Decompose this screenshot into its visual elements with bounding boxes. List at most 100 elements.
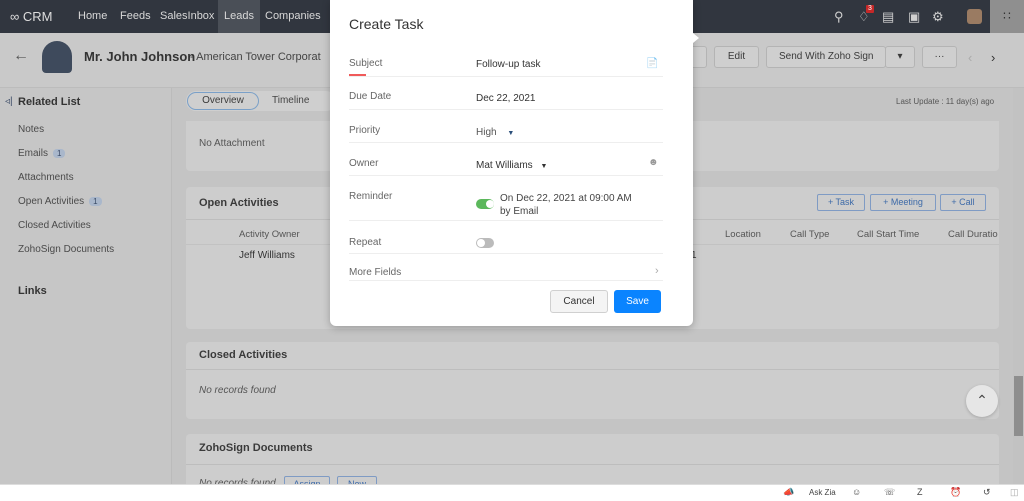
subject-input[interactable]: Follow-up task	[476, 59, 540, 70]
view-tabs: Overview Timeline	[186, 91, 336, 111]
nav-home[interactable]: Home	[78, 0, 107, 33]
reminder-text[interactable]: On Dec 22, 2021 at 09:00 AM by Email	[500, 192, 632, 218]
save-button[interactable]: Save	[614, 290, 661, 313]
scroll-to-top-button[interactable]: ⌃	[966, 385, 998, 417]
more-fields-row[interactable]: More Fields ›	[349, 262, 663, 281]
gear-icon[interactable]: ⚙	[932, 9, 944, 25]
column-header[interactable]: Activity Owner	[239, 229, 300, 240]
add-meeting-button[interactable]: + Meeting	[870, 194, 936, 211]
tab-overview[interactable]: Overview	[187, 92, 259, 110]
subject-label: Subject	[349, 58, 383, 69]
dialog-pointer	[693, 33, 699, 43]
smiley-icon[interactable]: ☺	[852, 487, 861, 497]
due-date-label: Due Date	[349, 91, 392, 102]
links-title: Links	[18, 285, 47, 297]
closed-activities-card: Closed Activities No records found	[186, 342, 999, 419]
more-actions-button[interactable]: ···	[922, 46, 957, 68]
reminder-label: Reminder	[349, 191, 393, 202]
scrollbar[interactable]	[1013, 88, 1024, 484]
zoho-logo-icon: ∞	[10, 9, 20, 24]
nav-salesinbox[interactable]: SalesInbox	[160, 0, 214, 33]
chevron-right-icon: ›	[655, 265, 659, 277]
sidebar-item-zohosign[interactable]: ZohoSign Documents	[18, 244, 114, 255]
crm-logo[interactable]: ∞ CRM	[10, 0, 53, 33]
last-update: Last Update : 11 day(s) ago	[896, 97, 995, 106]
due-date-input[interactable]: Dec 22, 2021	[476, 93, 536, 104]
sidebar-item-open-activities[interactable]: Open Activities 1	[18, 196, 102, 207]
due-date-row: Due Date Dec 22, 2021	[349, 85, 663, 110]
add-task-button[interactable]: + Task	[817, 194, 865, 211]
nav-companies[interactable]: Companies	[265, 0, 321, 33]
add-note-icon[interactable]: ▤	[882, 9, 894, 25]
owner-label: Owner	[349, 158, 379, 169]
alarm-icon[interactable]: ⏰	[950, 487, 961, 498]
sidebar-item-closed-activities[interactable]: Closed Activities	[18, 220, 91, 231]
priority-label: Priority	[349, 125, 381, 136]
apps-grid-icon[interactable]: ∷	[990, 0, 1024, 33]
divider	[186, 369, 999, 370]
user-avatar[interactable]	[967, 9, 982, 24]
prev-record-icon[interactable]: ‹	[968, 50, 972, 65]
add-call-button[interactable]: + Call	[940, 194, 986, 211]
priority-select[interactable]: High ▼	[476, 127, 514, 138]
more-fields-label: More Fields	[349, 267, 402, 278]
owner-value: Mat Williams	[476, 160, 533, 171]
search-icon[interactable]: ⚲	[834, 9, 844, 25]
reminder-date: On Dec 22, 2021 at 09:00 AM	[500, 193, 632, 204]
lead-name: Mr. John Johnson	[84, 49, 196, 64]
owner-select[interactable]: Mat Williams ▼	[476, 160, 547, 171]
subject-row: Subject Follow-up task 📄	[349, 52, 663, 77]
repeat-toggle[interactable]	[476, 238, 494, 248]
column-header[interactable]: Call Start Time	[857, 229, 919, 240]
count-badge: 1	[89, 197, 102, 206]
column-header[interactable]: Location	[725, 229, 761, 240]
chevron-down-icon: ▼	[507, 130, 515, 137]
divider	[186, 464, 999, 465]
related-list-sidebar: ◃| Related List Notes Emails 1 Attachment…	[0, 88, 172, 484]
notification-badge: 3	[866, 5, 874, 13]
back-arrow-icon[interactable]: ←	[13, 47, 29, 65]
user-icon[interactable]: ☻	[648, 157, 659, 168]
cancel-button[interactable]: Cancel	[550, 290, 608, 313]
zohosign-title: ZohoSign Documents	[199, 442, 313, 454]
nav-feeds[interactable]: Feeds	[120, 0, 151, 33]
chevron-down-icon: ▼	[540, 163, 548, 170]
reminder-method: by Email	[500, 206, 539, 217]
calendar-icon[interactable]: ▣	[908, 9, 920, 25]
sidebar-item-attachments[interactable]: Attachments	[18, 172, 74, 183]
no-records-text: No records found	[199, 385, 276, 396]
ask-zia-button[interactable]: Ask Zia	[809, 488, 836, 497]
lead-company: - American Tower Corporat	[190, 51, 321, 63]
call-icon[interactable]: ☏	[884, 487, 895, 498]
open-activities-title: Open Activities	[199, 197, 279, 209]
reminder-row: Reminder On Dec 22, 2021 at 09:00 AM by E…	[349, 184, 663, 221]
no-attachment-text: No Attachment	[199, 138, 265, 149]
trash-icon[interactable]: ◫	[1010, 487, 1019, 498]
bottom-toolbar: 📣 Ask Zia ☺ ☏ Z ⏰ ↺ ◫	[0, 484, 1024, 501]
priority-row: Priority High ▼	[349, 118, 663, 143]
history-icon[interactable]: ↺	[983, 487, 991, 498]
next-record-icon[interactable]: ›	[991, 50, 995, 65]
reminder-toggle[interactable]	[476, 199, 494, 209]
sidebar-item-notes[interactable]: Notes	[18, 124, 44, 135]
required-indicator	[349, 74, 366, 76]
zia-icon[interactable]: Z	[917, 487, 923, 497]
column-header[interactable]: Call Duratio	[948, 229, 999, 240]
closed-activities-title: Closed Activities	[199, 349, 288, 361]
activity-owner-cell[interactable]: Jeff Williams	[239, 250, 295, 261]
dialog-title: Create Task	[349, 16, 424, 32]
megaphone-icon[interactable]: 📣	[783, 487, 794, 498]
subject-picker-icon[interactable]: 📄	[646, 58, 658, 69]
scrollbar-thumb[interactable]	[1014, 376, 1023, 436]
edit-button[interactable]: Edit	[714, 46, 759, 68]
sidebar-item-emails[interactable]: Emails 1	[18, 148, 66, 159]
tab-timeline[interactable]: Timeline	[272, 95, 309, 106]
column-header[interactable]: Call Type	[790, 229, 829, 240]
nav-leads[interactable]: Leads	[218, 0, 260, 33]
send-with-zoho-sign-button[interactable]: Send With Zoho Sign	[766, 46, 886, 68]
send-sign-dropdown[interactable]: ▾	[885, 46, 915, 68]
collapse-icon[interactable]: ◃|	[5, 96, 13, 107]
lead-avatar	[42, 41, 72, 73]
repeat-label: Repeat	[349, 237, 382, 248]
owner-row: Owner Mat Williams ▼ ☻	[349, 151, 663, 176]
